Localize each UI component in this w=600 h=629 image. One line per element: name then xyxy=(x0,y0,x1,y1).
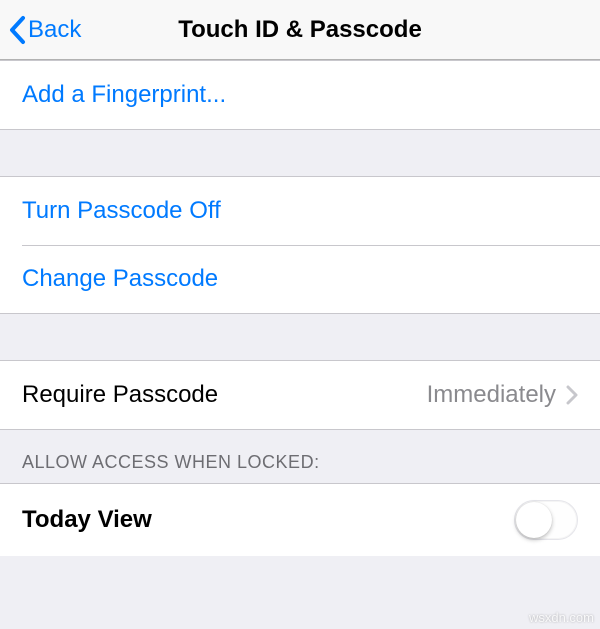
page-title: Touch ID & Passcode xyxy=(178,16,422,44)
fingerprint-group: Add a Fingerprint... xyxy=(0,60,600,130)
navbar: Back Touch ID & Passcode xyxy=(0,0,600,60)
lock-access-group: Today View xyxy=(0,483,600,556)
add-fingerprint-row[interactable]: Add a Fingerprint... xyxy=(0,61,600,129)
turn-passcode-off-label: Turn Passcode Off xyxy=(22,197,578,225)
change-passcode-label: Change Passcode xyxy=(22,265,578,293)
today-view-label: Today View xyxy=(22,506,514,534)
group-gap xyxy=(0,314,600,360)
back-button[interactable]: Back xyxy=(8,0,81,60)
watermark: wsxdn.com xyxy=(529,610,594,625)
today-view-switch[interactable] xyxy=(514,500,578,540)
chevron-left-icon xyxy=(8,15,26,45)
switch-knob xyxy=(516,502,552,538)
chevron-right-icon xyxy=(566,385,578,405)
group-gap xyxy=(0,130,600,176)
back-label: Back xyxy=(28,16,81,44)
add-fingerprint-label: Add a Fingerprint... xyxy=(22,81,578,109)
passcode-group: Turn Passcode Off Change Passcode xyxy=(0,176,600,314)
turn-passcode-off-row[interactable]: Turn Passcode Off xyxy=(0,177,600,245)
require-passcode-group: Require Passcode Immediately xyxy=(0,360,600,430)
change-passcode-row[interactable]: Change Passcode xyxy=(0,245,600,313)
require-passcode-label: Require Passcode xyxy=(22,381,427,409)
allow-access-header: ALLOW ACCESS WHEN LOCKED: xyxy=(0,430,600,483)
require-passcode-value: Immediately xyxy=(427,381,556,409)
today-view-row: Today View xyxy=(0,484,600,556)
require-passcode-row[interactable]: Require Passcode Immediately xyxy=(0,361,600,429)
